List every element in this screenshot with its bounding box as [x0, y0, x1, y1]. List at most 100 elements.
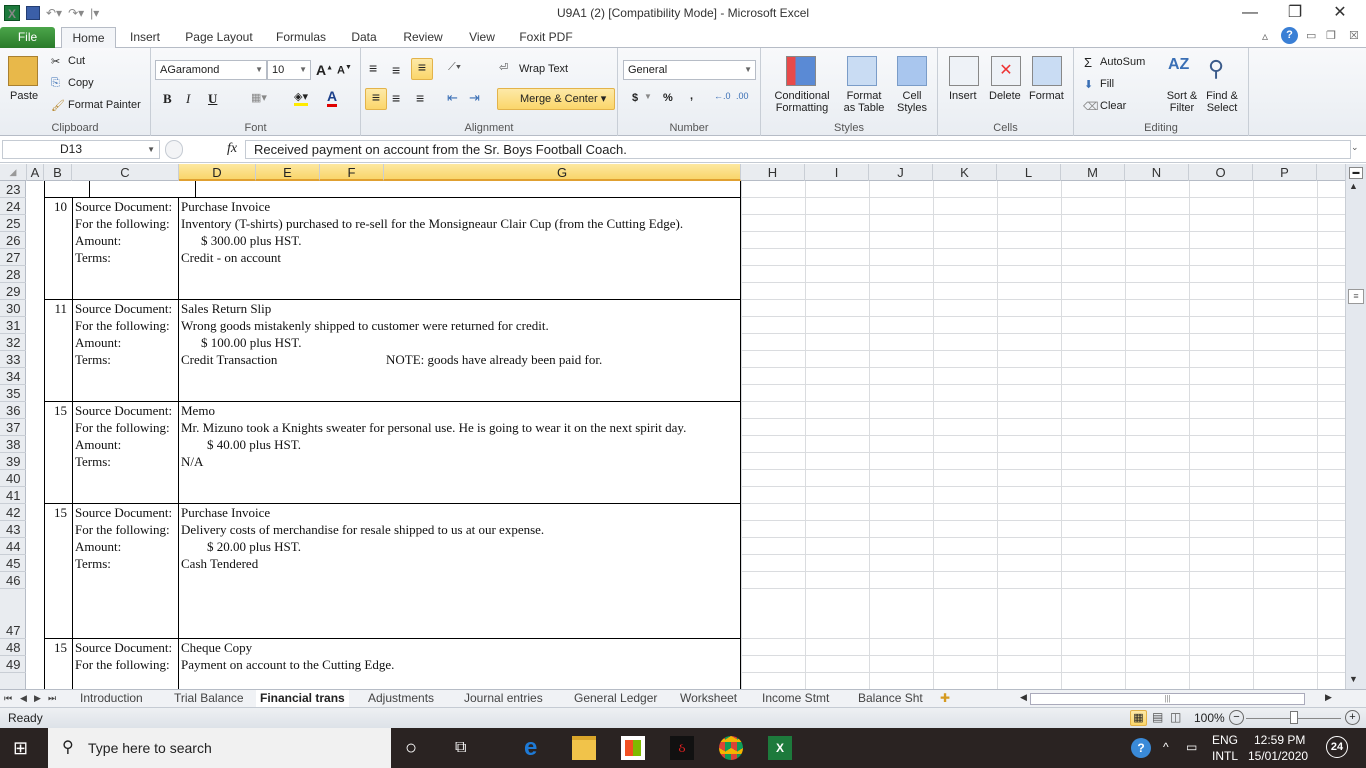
- vertical-scroll-thumb[interactable]: ≡: [1348, 289, 1364, 304]
- transaction-date[interactable]: 15: [47, 639, 67, 656]
- terms-label[interactable]: Terms:: [75, 351, 111, 368]
- horizontal-scrollbar[interactable]: |||: [1030, 693, 1305, 705]
- split-box[interactable]: ▬: [1349, 167, 1363, 179]
- tab-file[interactable]: File: [0, 27, 55, 48]
- column-header-m[interactable]: M: [1061, 164, 1125, 181]
- row-header-38[interactable]: 38: [0, 436, 26, 453]
- align-middle-icon[interactable]: ≡: [392, 62, 400, 78]
- clear-button[interactable]: Clear: [1100, 100, 1126, 112]
- source-document-label[interactable]: Source Document:: [75, 300, 172, 317]
- zoom-level[interactable]: 100%: [1194, 711, 1225, 725]
- edge-browser-icon[interactable]: e: [524, 736, 548, 760]
- terms-value[interactable]: Credit Transaction: [181, 351, 277, 368]
- game-app-icon[interactable]: ઠ: [670, 736, 694, 760]
- font-color-icon[interactable]: A: [327, 88, 338, 107]
- row-header-46[interactable]: 46: [0, 572, 26, 589]
- format-painter-button[interactable]: Format Painter: [68, 99, 141, 111]
- row-header-25[interactable]: 25: [0, 215, 26, 232]
- column-header-j[interactable]: J: [869, 164, 933, 181]
- sheet-tab-worksheet[interactable]: Worksheet: [676, 690, 741, 707]
- chrome-browser-icon[interactable]: [719, 736, 743, 760]
- source-document-label[interactable]: Source Document:: [75, 639, 172, 656]
- format-cells-button[interactable]: Format: [1029, 90, 1064, 102]
- source-document-value[interactable]: Cheque Copy: [181, 639, 252, 656]
- description-value[interactable]: Wrong goods mistakenly shipped to custom…: [181, 317, 549, 334]
- zoom-slider-thumb[interactable]: [1290, 711, 1298, 724]
- tab-review[interactable]: Review: [396, 27, 450, 48]
- copy-button[interactable]: Copy: [68, 77, 94, 89]
- battery-icon[interactable]: ▭: [1186, 740, 1197, 754]
- row-header-26[interactable]: 26: [0, 232, 26, 249]
- currency-dropdown-icon[interactable]: ▼: [644, 92, 652, 101]
- align-right-icon[interactable]: ≡: [416, 90, 424, 106]
- next-sheet-icon[interactable]: ▶: [34, 690, 41, 707]
- notification-badge[interactable]: 24: [1326, 736, 1348, 758]
- comma-button[interactable]: ,: [690, 90, 693, 102]
- column-header-i[interactable]: I: [805, 164, 869, 181]
- sheet-tab-introduction[interactable]: Introduction: [76, 690, 147, 707]
- show-hidden-icons[interactable]: ^: [1163, 740, 1169, 754]
- decrease-indent-icon[interactable]: ⇤: [447, 90, 458, 106]
- clock-date[interactable]: 15/01/2020: [1248, 749, 1308, 763]
- scroll-left-arrow[interactable]: ◀: [1020, 692, 1027, 703]
- source-document-value[interactable]: Sales Return Slip: [181, 300, 271, 317]
- help-tray-icon[interactable]: ?: [1131, 738, 1151, 758]
- grow-font-icon[interactable]: A▲: [316, 62, 333, 78]
- wrap-text-button[interactable]: Wrap Text: [519, 63, 568, 75]
- terms-label[interactable]: Terms:: [75, 249, 111, 266]
- file-explorer-icon[interactable]: [572, 736, 596, 760]
- row-header-37[interactable]: 37: [0, 419, 26, 436]
- description-value[interactable]: Inventory (T-shirts) purchased to re-sel…: [181, 215, 683, 232]
- underline-button[interactable]: U: [208, 91, 217, 107]
- column-header-d[interactable]: D: [179, 164, 256, 181]
- increase-indent-icon[interactable]: ⇥: [469, 90, 480, 106]
- sheet-tab-adjustments[interactable]: Adjustments: [364, 690, 438, 707]
- row-header-43[interactable]: 43: [0, 521, 26, 538]
- row-header-40[interactable]: 40: [0, 470, 26, 487]
- last-sheet-icon[interactable]: ⏭: [48, 690, 56, 707]
- source-document-value[interactable]: Purchase Invoice: [181, 198, 270, 215]
- orientation-icon[interactable]: ⟋▾: [448, 61, 461, 74]
- formula-bar-grip[interactable]: [165, 140, 183, 159]
- number-format-combo[interactable]: General ▼: [623, 60, 756, 80]
- description-label[interactable]: For the following:: [75, 521, 170, 538]
- scroll-right-arrow[interactable]: ▶: [1325, 692, 1332, 703]
- page-layout-view-icon[interactable]: ▤: [1152, 710, 1163, 724]
- format-as-table-button[interactable]: Format as Table: [839, 90, 889, 114]
- borders-icon[interactable]: ▦▾: [251, 91, 267, 104]
- row-header-34[interactable]: 34: [0, 368, 26, 385]
- amount-value[interactable]: $ 100.00 plus HST.: [201, 334, 302, 351]
- row-header-27[interactable]: 27: [0, 249, 26, 266]
- expand-formula-bar-icon[interactable]: ⌄: [1351, 142, 1359, 153]
- row-header-45[interactable]: 45: [0, 555, 26, 572]
- restore-button[interactable]: ❐: [1275, 2, 1315, 24]
- amount-label[interactable]: Amount:: [75, 436, 121, 453]
- fill-color-icon[interactable]: ◈▾: [294, 90, 308, 106]
- description-label[interactable]: For the following:: [75, 656, 170, 673]
- clock-time[interactable]: 12:59 PM: [1254, 733, 1305, 747]
- fill-button[interactable]: Fill: [1100, 78, 1114, 90]
- delete-cells-button[interactable]: Delete: [989, 90, 1021, 102]
- description-label[interactable]: For the following:: [75, 317, 170, 334]
- transaction-date[interactable]: 11: [47, 300, 67, 317]
- align-left-icon[interactable]: ≡: [365, 88, 387, 110]
- tab-formulas[interactable]: Formulas: [270, 27, 332, 48]
- terms-value[interactable]: N/A: [181, 453, 203, 470]
- italic-button[interactable]: I: [186, 91, 190, 107]
- row-header-39[interactable]: 39: [0, 453, 26, 470]
- terms-note[interactable]: NOTE: goods have already been paid for.: [386, 351, 602, 368]
- decrease-decimal-icon[interactable]: .00: [736, 91, 749, 101]
- tab-data[interactable]: Data: [344, 27, 384, 48]
- shrink-font-icon[interactable]: A▼: [337, 64, 352, 77]
- align-center-icon[interactable]: ≡: [392, 90, 400, 106]
- amount-value[interactable]: $ 300.00 plus HST.: [201, 232, 302, 249]
- terms-label[interactable]: Terms:: [75, 555, 111, 572]
- zoom-out-button[interactable]: −: [1229, 710, 1244, 725]
- column-header-e[interactable]: E: [256, 164, 320, 181]
- select-all-button[interactable]: ◢: [0, 164, 27, 181]
- minimize-button[interactable]: —: [1230, 2, 1270, 24]
- amount-label[interactable]: Amount:: [75, 538, 121, 555]
- description-value[interactable]: Mr. Mizuno took a Knights sweater for pe…: [181, 419, 686, 436]
- terms-label[interactable]: Terms:: [75, 453, 111, 470]
- close-button[interactable]: ✕: [1320, 2, 1360, 24]
